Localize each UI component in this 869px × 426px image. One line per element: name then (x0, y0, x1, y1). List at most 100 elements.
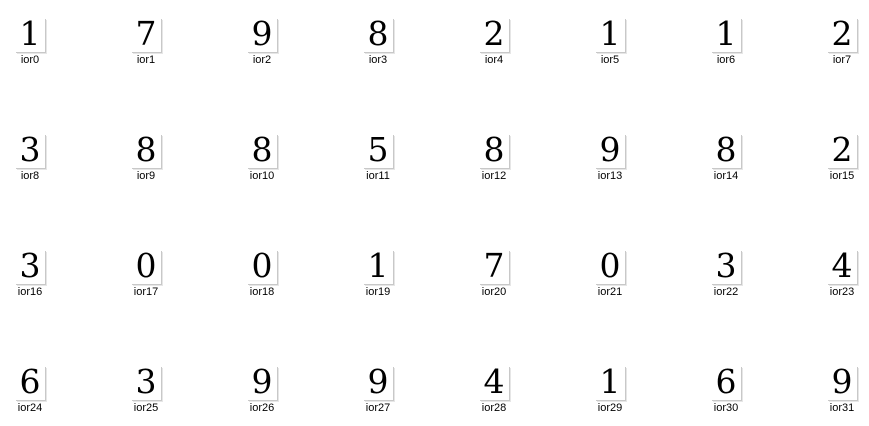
file-item[interactable]: 3 ior16 (0, 234, 60, 298)
file-item[interactable]: 8 ior12 (464, 118, 524, 182)
file-name-label: ior29 (597, 402, 623, 414)
thumbnail-digit: 5 (367, 134, 389, 168)
thumbnail-digit: 2 (831, 134, 853, 168)
thumbnail-digit: 8 (483, 134, 505, 168)
thumbnail-digit: 3 (135, 366, 157, 400)
file-thumbnail: 6 (711, 366, 741, 400)
thumbnail-digit: 8 (251, 134, 273, 168)
file-item[interactable]: 4 ior23 (812, 234, 869, 298)
file-item[interactable]: 1 ior5 (580, 2, 640, 66)
file-item[interactable]: 7 ior1 (116, 2, 176, 66)
file-item[interactable]: 1 ior19 (348, 234, 408, 298)
thumbnail-digit: 3 (19, 250, 41, 284)
file-thumbnail: 1 (595, 18, 625, 52)
file-item[interactable]: 9 ior26 (232, 350, 292, 414)
thumbnail-digit: 6 (19, 366, 41, 400)
file-name-label: ior21 (597, 286, 623, 298)
file-name-label: ior8 (20, 170, 40, 182)
file-item[interactable]: 6 ior30 (696, 350, 756, 414)
file-name-label: ior13 (597, 170, 623, 182)
file-name-label: ior26 (249, 402, 275, 414)
file-item[interactable]: 8 ior3 (348, 2, 408, 66)
file-item[interactable]: 9 ior13 (580, 118, 640, 182)
file-thumbnail: 3 (15, 250, 45, 284)
file-name-label: ior16 (17, 286, 43, 298)
file-item[interactable]: 6 ior24 (0, 350, 60, 414)
file-name-label: ior31 (829, 402, 855, 414)
file-thumbnail: 7 (479, 250, 509, 284)
thumbnail-digit: 9 (831, 366, 853, 400)
file-thumbnail: 9 (247, 18, 277, 52)
file-name-label: ior22 (713, 286, 739, 298)
thumbnail-digit: 7 (483, 250, 505, 284)
file-item[interactable]: 8 ior14 (696, 118, 756, 182)
file-item[interactable]: 3 ior25 (116, 350, 176, 414)
thumbnail-digit: 2 (831, 18, 853, 52)
thumbnail-digit: 2 (483, 18, 505, 52)
file-item[interactable]: 1 ior29 (580, 350, 640, 414)
thumbnail-digit: 9 (251, 366, 273, 400)
file-thumbnail: 8 (131, 134, 161, 168)
file-item[interactable]: 7 ior20 (464, 234, 524, 298)
file-item[interactable]: 8 ior9 (116, 118, 176, 182)
file-item[interactable]: 2 ior7 (812, 2, 869, 66)
file-item[interactable]: 3 ior8 (0, 118, 60, 182)
thumbnail-digit: 3 (19, 134, 41, 168)
file-item[interactable]: 9 ior2 (232, 2, 292, 66)
file-thumbnail: 4 (827, 250, 857, 284)
file-item[interactable]: 5 ior11 (348, 118, 408, 182)
file-item[interactable]: 9 ior31 (812, 350, 869, 414)
file-thumbnail: 6 (15, 366, 45, 400)
file-thumbnail: 8 (363, 18, 393, 52)
file-thumbnail: 2 (827, 134, 857, 168)
file-item[interactable]: 1 ior0 (0, 2, 60, 66)
thumbnail-digit: 1 (367, 250, 389, 284)
file-item[interactable]: 2 ior15 (812, 118, 869, 182)
thumbnail-digit: 1 (599, 366, 621, 400)
file-name-label: ior5 (600, 54, 620, 66)
file-thumbnail: 1 (15, 18, 45, 52)
file-thumbnail: 1 (363, 250, 393, 284)
file-thumbnail: 1 (711, 18, 741, 52)
file-item[interactable]: 3 ior22 (696, 234, 756, 298)
file-name-label: ior12 (481, 170, 507, 182)
file-thumbnail: 0 (131, 250, 161, 284)
file-thumbnail: 3 (15, 134, 45, 168)
file-thumbnail: 3 (711, 250, 741, 284)
file-name-label: ior1 (136, 54, 156, 66)
thumbnail-digit: 4 (831, 250, 853, 284)
file-name-label: ior9 (136, 170, 156, 182)
file-item[interactable]: 8 ior10 (232, 118, 292, 182)
file-name-label: ior27 (365, 402, 391, 414)
thumbnail-digit: 0 (135, 250, 157, 284)
thumbnail-digit: 9 (599, 134, 621, 168)
file-thumbnail: 4 (479, 366, 509, 400)
thumbnail-digit: 8 (715, 134, 737, 168)
file-name-label: ior15 (829, 170, 855, 182)
file-thumbnail: 9 (827, 366, 857, 400)
file-thumbnail: 0 (595, 250, 625, 284)
file-item[interactable]: 0 ior18 (232, 234, 292, 298)
file-name-label: ior14 (713, 170, 739, 182)
file-item[interactable]: 0 ior21 (580, 234, 640, 298)
file-thumbnail: 7 (131, 18, 161, 52)
file-item[interactable]: 2 ior4 (464, 2, 524, 66)
file-thumbnail: 1 (595, 366, 625, 400)
file-thumbnail: 8 (711, 134, 741, 168)
file-thumbnail: 8 (247, 134, 277, 168)
thumbnail-digit: 8 (135, 134, 157, 168)
file-name-label: ior30 (713, 402, 739, 414)
file-item[interactable]: 4 ior28 (464, 350, 524, 414)
file-name-label: ior24 (17, 402, 43, 414)
thumbnail-digit: 0 (599, 250, 621, 284)
file-item[interactable]: 1 ior6 (696, 2, 756, 66)
thumbnail-digit: 4 (483, 366, 505, 400)
file-thumbnail: 2 (827, 18, 857, 52)
file-name-label: ior3 (368, 54, 388, 66)
file-name-label: ior10 (249, 170, 275, 182)
file-item[interactable]: 0 ior17 (116, 234, 176, 298)
file-thumbnail: 0 (247, 250, 277, 284)
file-item[interactable]: 9 ior27 (348, 350, 408, 414)
file-name-label: ior28 (481, 402, 507, 414)
thumbnail-digit: 1 (599, 18, 621, 52)
